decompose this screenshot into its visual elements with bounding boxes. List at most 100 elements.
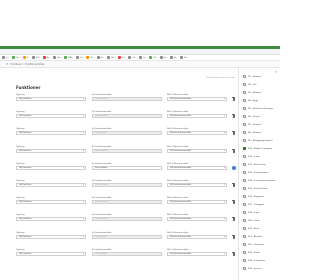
sidebar-checkbox-item[interactable]: N20 - Avtal xyxy=(243,226,259,231)
function-select[interactable]: Välj funktion ▾ xyxy=(16,148,86,153)
bookmark-item[interactable]: Ga... xyxy=(128,56,137,59)
bookmark-item[interactable]: Ro... xyxy=(180,56,189,59)
trash-icon[interactable] xyxy=(232,234,235,239)
bookmark-item[interactable]: Vo... xyxy=(86,56,95,59)
sidebar-checkbox-item[interactable]: N18 - Lager xyxy=(243,210,260,215)
trash-icon[interactable] xyxy=(232,183,235,187)
function-select[interactable]: Välj funktion ▾ xyxy=(16,200,86,205)
area-select[interactable]: Välj område... xyxy=(92,183,162,187)
trash-icon[interactable] xyxy=(232,148,235,153)
bookmark-item[interactable]: Lo... xyxy=(2,56,10,59)
area-select[interactable]: Välj område... xyxy=(92,114,162,119)
checkbox[interactable] xyxy=(243,227,246,230)
trash-icon[interactable] xyxy=(232,251,235,256)
bookmark-item[interactable]: Ti... xyxy=(22,56,30,59)
sidebar-checkbox-item[interactable]: N16 - Rapporter xyxy=(243,194,264,199)
sidebar-close-icon[interactable]: ✕ xyxy=(274,70,277,74)
area-select[interactable]: Välj område... xyxy=(92,131,162,136)
checkbox[interactable] xyxy=(243,107,246,110)
active-indicator-icon[interactable] xyxy=(232,165,236,170)
level-select[interactable]: Välj funktionsområde ▾ xyxy=(167,165,227,170)
sidebar-checkbox-item[interactable]: N15 - Kassa & bank xyxy=(243,186,268,191)
checkbox[interactable] xyxy=(243,123,246,126)
area-select[interactable]: Välj område... xyxy=(92,165,162,170)
trash-icon[interactable] xyxy=(232,97,235,101)
checkbox[interactable] xyxy=(243,115,246,118)
bookmark-item[interactable]: Bor... xyxy=(53,56,62,59)
sidebar-checkbox-item[interactable]: N11 - Inköp xyxy=(243,154,259,159)
checkbox[interactable] xyxy=(243,211,246,214)
level-select[interactable]: Välj funktionsområde ▾ xyxy=(167,114,227,119)
sidebar-checkbox-item[interactable]: N6 - Projekt xyxy=(243,114,260,119)
sidebar-checkbox-item[interactable]: N5 - Ekonomi mättningar xyxy=(243,106,273,111)
trash-icon[interactable] xyxy=(232,217,235,222)
sidebar-checkbox-item[interactable]: N21 - Ärenden xyxy=(243,234,262,239)
level-select[interactable]: Välj funktionsområde ▾ xyxy=(167,251,227,256)
sidebar-checkbox-item[interactable]: N17 - Tidrapport xyxy=(243,202,264,207)
bookmark-item[interactable]: Ka... xyxy=(96,56,105,59)
bookmark-item[interactable]: Bo... xyxy=(32,56,41,59)
function-select[interactable]: Välj funktion ▾ xyxy=(16,114,86,119)
function-select[interactable]: Välj funktion ▾ xyxy=(16,97,86,101)
checkbox[interactable] xyxy=(243,243,246,246)
sidebar-checkbox-item[interactable]: N3 - Ekonomi xyxy=(243,90,261,95)
area-select[interactable]: Välj område... xyxy=(92,97,162,101)
area-select[interactable]: Välj område... xyxy=(92,251,162,256)
area-select[interactable]: Välj område... xyxy=(92,148,162,153)
trash-icon[interactable] xyxy=(232,114,235,119)
sidebar-checkbox-item[interactable]: N22 - Dokument xyxy=(243,242,264,247)
sidebar-checkbox-item[interactable]: N7 - Personal xyxy=(243,122,261,127)
checkbox[interactable] xyxy=(243,91,246,94)
checkbox[interactable] xyxy=(243,235,246,238)
trash-icon[interactable] xyxy=(232,200,235,205)
checkbox[interactable] xyxy=(243,179,246,182)
sidebar-checkbox-item[interactable]: N23 - Portal xyxy=(243,250,260,255)
function-select[interactable]: Välj funktion ▾ xyxy=(16,217,86,222)
checkbox[interactable] xyxy=(243,171,246,174)
checkbox[interactable] xyxy=(243,187,246,190)
level-select[interactable]: Välj funktionsområde ▾ xyxy=(167,183,227,187)
function-select[interactable]: Välj funktion ▾ xyxy=(16,131,86,136)
function-select[interactable]: Välj funktion ▾ xyxy=(16,251,86,256)
sidebar-checkbox-item[interactable]: N1 - Ekonomi xyxy=(243,74,261,79)
bookmark-item[interactable]: Co... xyxy=(138,56,147,59)
checkbox[interactable] xyxy=(243,139,246,142)
level-select[interactable]: Välj funktionsområde ▾ xyxy=(167,217,227,222)
checkbox[interactable] xyxy=(243,219,246,222)
function-select[interactable]: Välj funktion ▾ xyxy=(16,234,86,239)
checkbox[interactable] xyxy=(243,195,246,198)
level-select[interactable]: Välj funktionsområde ▾ xyxy=(167,234,227,239)
bookmark-item[interactable]: Vo... xyxy=(159,56,168,59)
sidebar-checkbox-item[interactable]: N19 - Order xyxy=(243,218,260,223)
bookmark-item[interactable]: BBS... xyxy=(64,56,74,59)
bookmark-item[interactable]: Ta... xyxy=(76,56,84,59)
checkbox[interactable] xyxy=(243,267,246,270)
sidebar-checkbox-item[interactable]: N24 - Integration xyxy=(243,258,265,263)
bookmark-item[interactable]: Ari... xyxy=(42,56,51,59)
sidebar-checkbox-item[interactable]: N25 - System xyxy=(243,266,262,271)
function-select[interactable]: Välj funktion ▾ xyxy=(16,183,86,187)
level-select[interactable]: Välj funktionsområde ▾ xyxy=(167,200,227,205)
checkbox[interactable] xyxy=(243,163,246,166)
close-icon[interactable]: ✕ xyxy=(6,62,9,66)
bookmark-item[interactable]: Ta... xyxy=(149,56,158,59)
sidebar-checkbox-item[interactable]: N2 - Lön xyxy=(243,82,256,87)
trash-icon[interactable] xyxy=(232,131,235,136)
area-select[interactable]: Välj område... xyxy=(92,200,162,205)
checkbox[interactable] xyxy=(243,203,246,206)
sidebar-checkbox-item[interactable]: N12 - Fakturering xyxy=(243,162,265,167)
bookmark-item[interactable]: Ko... xyxy=(117,56,126,59)
sidebar-checkbox-item[interactable]: N14 - Leverantörsreskontra xyxy=(243,178,275,183)
checkbox[interactable] xyxy=(243,99,246,102)
bookmark-item[interactable]: Mu... xyxy=(107,56,116,59)
level-select[interactable]: Välj funktionsområde ▾ xyxy=(167,148,227,153)
bookmark-item[interactable]: Vo... xyxy=(169,56,178,59)
area-select[interactable]: Välj område... xyxy=(92,234,162,239)
checkbox[interactable] xyxy=(243,155,246,158)
sidebar-checkbox-item[interactable]: N10 - Budget & prognos xyxy=(243,146,272,151)
checkbox[interactable] xyxy=(243,259,246,262)
function-select[interactable]: Välj funktion ▾ xyxy=(16,165,86,170)
sidebar-checkbox-item[interactable]: N8 - Ekonomi xyxy=(243,130,261,135)
checkbox[interactable] xyxy=(243,147,246,150)
checkbox[interactable] xyxy=(243,131,246,134)
